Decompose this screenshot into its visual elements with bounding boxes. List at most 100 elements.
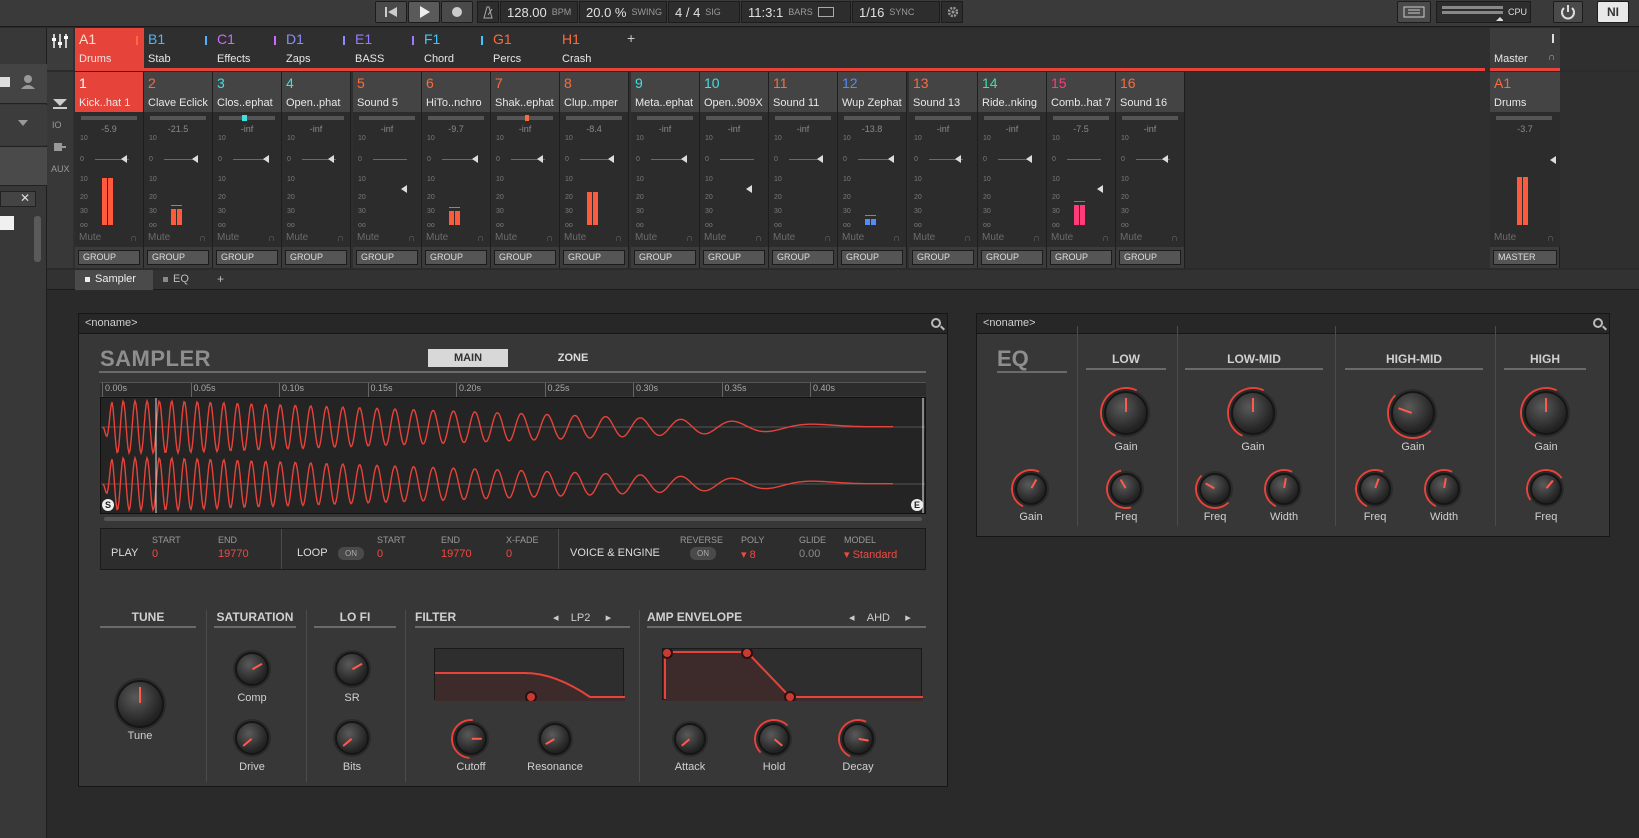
sound-header[interactable]: 4 Open..phat (282, 72, 350, 112)
poly-select[interactable]: ▾ 8 (741, 548, 756, 561)
pan-slider[interactable] (219, 116, 275, 120)
cutoff-knob[interactable] (455, 723, 487, 755)
loop-end-value[interactable]: 19770 (441, 548, 472, 560)
headphone-icon[interactable]: ∩ (1171, 233, 1178, 244)
filter-curve-display[interactable] (434, 648, 625, 703)
headphone-icon[interactable]: ∩ (893, 233, 900, 244)
pan-slider[interactable] (1053, 116, 1109, 120)
tab-zone[interactable]: ZONE (533, 349, 613, 367)
low-freq-knob[interactable] (1110, 473, 1142, 505)
high-freq-knob[interactable] (1530, 473, 1562, 505)
sound-header[interactable]: 1 Kick..hat 1 (75, 72, 143, 112)
headphone-icon[interactable]: ∩ (408, 233, 415, 244)
mute-button[interactable]: Mute (842, 232, 864, 243)
comp-knob[interactable] (235, 652, 269, 686)
mute-button[interactable]: Mute (357, 232, 379, 243)
headphone-icon[interactable]: ∩ (268, 233, 275, 244)
headphone-icon[interactable]: ∩ (686, 233, 693, 244)
headphone-icon[interactable]: ∩ (546, 233, 553, 244)
sound-header[interactable]: 9 Meta..ephat (631, 72, 699, 112)
fader-handle[interactable] (328, 155, 334, 163)
aux-label[interactable]: AUX (51, 164, 70, 174)
group-tab-d1[interactable]: D1 Zaps (282, 28, 351, 70)
sound-header[interactable]: 8 Clup..mper (560, 72, 628, 112)
fader-handle[interactable] (537, 155, 543, 163)
model-select[interactable]: ▾ Standard (844, 548, 897, 561)
resonance-knob[interactable] (539, 723, 571, 755)
pan-slider[interactable] (706, 116, 762, 120)
end-marker[interactable]: E (911, 499, 923, 511)
sound-header[interactable]: 13 Sound 13 (909, 72, 977, 112)
glide-value[interactable]: 0.00 (799, 548, 820, 560)
lowmid-gain-knob[interactable] (1231, 391, 1275, 435)
sync-field[interactable]: 1/16 SYNC (852, 1, 940, 23)
headphone-icon[interactable]: ∩ (1548, 52, 1555, 63)
master-channel-header[interactable]: A1 Drums (1490, 72, 1560, 112)
fader-handle[interactable] (1097, 185, 1103, 193)
io-label[interactable]: IO (52, 120, 62, 130)
headphone-icon[interactable]: ∩ (615, 233, 622, 244)
master-button[interactable]: MASTER (1493, 250, 1557, 265)
xfade-value[interactable]: 0 (506, 548, 512, 560)
pan-slider[interactable] (81, 116, 137, 120)
group-button[interactable]: GROUP (147, 250, 209, 265)
plug-icon[interactable] (52, 140, 68, 154)
sound-header[interactable]: 15 Comb..hat 7 (1047, 72, 1115, 112)
sound-header[interactable]: 2 Clave Eclick (144, 72, 212, 112)
browser-search-area[interactable] (0, 146, 47, 186)
headphone-icon[interactable]: ∩ (130, 233, 137, 244)
group-button[interactable]: GROUP (425, 250, 487, 265)
attack-knob[interactable] (674, 723, 706, 755)
fader-handle[interactable] (263, 155, 269, 163)
headphone-icon[interactable]: ∩ (824, 233, 831, 244)
fader-handle[interactable] (955, 155, 961, 163)
record-button[interactable] (441, 1, 473, 23)
sound-header[interactable]: 6 HiTo..nchro (422, 72, 490, 112)
sound-header[interactable]: 5 Sound 5 (353, 72, 421, 112)
master-mute-button[interactable]: Mute (1494, 232, 1516, 243)
hold-knob[interactable] (758, 723, 790, 755)
master-pan-slider[interactable] (1496, 116, 1552, 120)
group-tab-h1[interactable]: H1 Crash (558, 28, 627, 70)
amp-envelope-display[interactable] (661, 647, 923, 703)
tab-main[interactable]: MAIN (428, 349, 508, 367)
tune-knob[interactable] (116, 680, 164, 728)
lowmid-width-knob[interactable] (1268, 473, 1300, 505)
bits-knob[interactable] (335, 721, 369, 755)
pan-slider[interactable] (844, 116, 900, 120)
metronome-button[interactable] (477, 1, 499, 23)
group-tab-e1[interactable]: E1 BASS (351, 28, 420, 70)
play-start-value[interactable]: 0 (152, 548, 158, 560)
decay-knob[interactable] (842, 723, 874, 755)
headphone-icon[interactable]: ∩ (199, 233, 206, 244)
collapse-icon[interactable] (50, 96, 70, 110)
group-button[interactable]: GROUP (216, 250, 278, 265)
tab-sampler[interactable]: Sampler (75, 270, 153, 290)
rewind-button[interactable] (375, 1, 407, 23)
waveform-scrollbar[interactable] (104, 517, 922, 521)
sound-header[interactable]: 3 Clos..ephat (213, 72, 281, 112)
sound-header[interactable]: 16 Sound 16 (1116, 72, 1184, 112)
pan-slider[interactable] (1122, 116, 1178, 120)
group-button[interactable]: GROUP (1119, 250, 1181, 265)
pan-slider[interactable] (915, 116, 971, 120)
headphone-icon[interactable]: ∩ (755, 233, 762, 244)
headphone-icon[interactable]: ∩ (964, 233, 971, 244)
lowmid-freq-knob[interactable] (1199, 473, 1231, 505)
output-gain-knob[interactable] (1015, 473, 1047, 505)
pan-slider[interactable] (359, 116, 415, 120)
browser-user-tab[interactable] (0, 64, 47, 104)
sr-knob[interactable] (335, 652, 369, 686)
power-button[interactable] (1553, 1, 1583, 23)
master-fader-handle[interactable] (1550, 156, 1556, 164)
keyboard-view-button[interactable] (1397, 1, 1431, 23)
group-tab-b1[interactable]: B1 Stab (144, 28, 213, 70)
highmid-freq-knob[interactable] (1359, 473, 1391, 505)
play-end-value[interactable]: 19770 (218, 548, 249, 560)
sampler-preset-header[interactable]: <noname> (79, 314, 947, 334)
group-tab-g1[interactable]: G1 Percs (489, 28, 558, 70)
loop-start-value[interactable]: 0 (377, 548, 383, 560)
low-gain-knob[interactable] (1104, 391, 1148, 435)
sound-header[interactable]: 11 Sound 11 (769, 72, 837, 112)
start-marker[interactable]: S (102, 499, 114, 511)
